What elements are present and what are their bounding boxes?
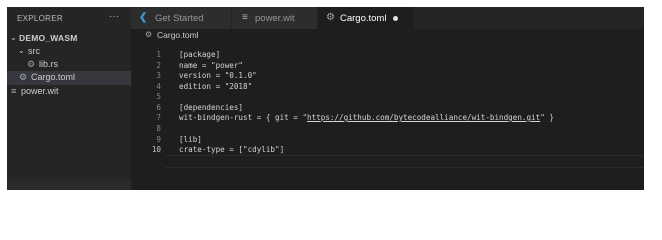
tab-label: power.wit xyxy=(255,13,295,24)
gear-file-icon: ⚙ xyxy=(19,72,28,82)
text-file-icon: ≡ xyxy=(242,12,248,23)
tree-item-label: src xyxy=(28,46,40,56)
code-text: crate-type = ["cdylib"] xyxy=(179,145,285,154)
line-number: 4 xyxy=(156,82,161,91)
tree-folder-demo-wasm[interactable]: ⌄ DEMO_WASM xyxy=(7,32,131,46)
code-text: [lib] xyxy=(179,135,202,144)
breadcrumb: ⚙ Cargo.toml xyxy=(131,29,644,41)
code-line: 4 edition = "2018" xyxy=(131,82,644,93)
line-number: 10 xyxy=(151,145,161,154)
tab-get-started[interactable]: ❮ Get Started xyxy=(131,7,232,29)
explorer-header: EXPLORER ··· xyxy=(7,7,131,29)
code-text: [dependencies] xyxy=(179,103,244,112)
tree-item-label: power.wit xyxy=(21,86,59,96)
explorer-title: EXPLORER xyxy=(17,14,63,23)
breadcrumb-item[interactable]: Cargo.toml xyxy=(157,30,199,40)
code-line: 9 [lib] xyxy=(131,135,644,146)
code-text: wit-bindgen-rust = { git = "https://gith… xyxy=(179,113,554,124)
chevron-down-icon: ⌄ xyxy=(18,46,25,55)
rust-file-icon: ⚙ xyxy=(27,59,36,69)
gear-file-icon: ⚙ xyxy=(326,12,335,23)
tree-folder-src[interactable]: ⌄ src xyxy=(7,45,131,59)
sidebar-bottom-panel xyxy=(7,179,131,190)
tab-label: Cargo.toml xyxy=(340,13,387,24)
tree-file-power-wit[interactable]: ≡ power.wit xyxy=(7,85,131,99)
code-line: 8 xyxy=(131,124,644,135)
explorer-sidebar: EXPLORER ··· ⌄ DEMO_WASM ⌄ src ⚙ lib.rs … xyxy=(7,7,131,190)
code-line: 5 xyxy=(131,92,644,103)
line-number: 1 xyxy=(156,50,161,59)
code-editor[interactable]: 1 [package] 2 name = "power" 3 version =… xyxy=(131,41,644,190)
vscode-logo-icon: ❮ xyxy=(139,12,148,23)
vscode-window: EXPLORER ··· ⌄ DEMO_WASM ⌄ src ⚙ lib.rs … xyxy=(7,7,644,190)
tree-item-label: lib.rs xyxy=(39,59,59,69)
line-number: 9 xyxy=(156,135,161,144)
code-text: edition = "2018" xyxy=(179,82,253,91)
code-line: 3 version = "0.1.0" xyxy=(131,71,644,82)
line-number: 7 xyxy=(156,113,161,122)
code-line: 6 [dependencies] xyxy=(131,103,644,114)
tree-file-lib-rs[interactable]: ⚙ lib.rs xyxy=(7,58,131,72)
tab-cargo-toml[interactable]: ⚙ Cargo.toml xyxy=(318,7,415,29)
line-number: 5 xyxy=(156,92,161,101)
code-line: 2 name = "power" xyxy=(131,61,644,72)
code-link[interactable]: https://github.com/bytecodealliance/wit-… xyxy=(307,113,540,122)
tree-item-label: Cargo.toml xyxy=(31,72,76,82)
line-number: 3 xyxy=(156,71,161,80)
line-number: 6 xyxy=(156,103,161,112)
editor-tabs: ❮ Get Started ≡ power.wit ⚙ Cargo.toml xyxy=(131,7,644,29)
line-number: 2 xyxy=(156,61,161,70)
code-text-prefix: wit-bindgen-rust = { git = " xyxy=(179,113,308,122)
code-text-suffix: " } xyxy=(540,113,554,122)
code-text: name = "power" xyxy=(179,61,244,70)
text-file-icon: ≡ xyxy=(11,86,17,96)
tree-item-label: DEMO_WASM xyxy=(19,33,78,43)
tab-label: Get Started xyxy=(155,13,204,24)
code-line-current: 10 crate-type = ["cdylib"] xyxy=(131,145,644,156)
current-line-highlight xyxy=(165,155,644,168)
chevron-down-icon: ⌄ xyxy=(10,33,17,42)
code-text: [package] xyxy=(179,50,221,59)
ellipsis-icon[interactable]: ··· xyxy=(109,11,119,22)
unsaved-dot-icon[interactable] xyxy=(393,16,398,21)
tree-file-cargo-toml[interactable]: ⚙ Cargo.toml xyxy=(7,71,131,85)
code-line: 7 wit-bindgen-rust = { git = "https://gi… xyxy=(131,113,644,124)
tab-power-wit[interactable]: ≡ power.wit xyxy=(232,7,318,29)
gear-file-icon: ⚙ xyxy=(145,30,153,39)
code-text: version = "0.1.0" xyxy=(179,71,257,80)
line-number: 8 xyxy=(156,124,161,133)
code-line: 1 [package] xyxy=(131,50,644,61)
